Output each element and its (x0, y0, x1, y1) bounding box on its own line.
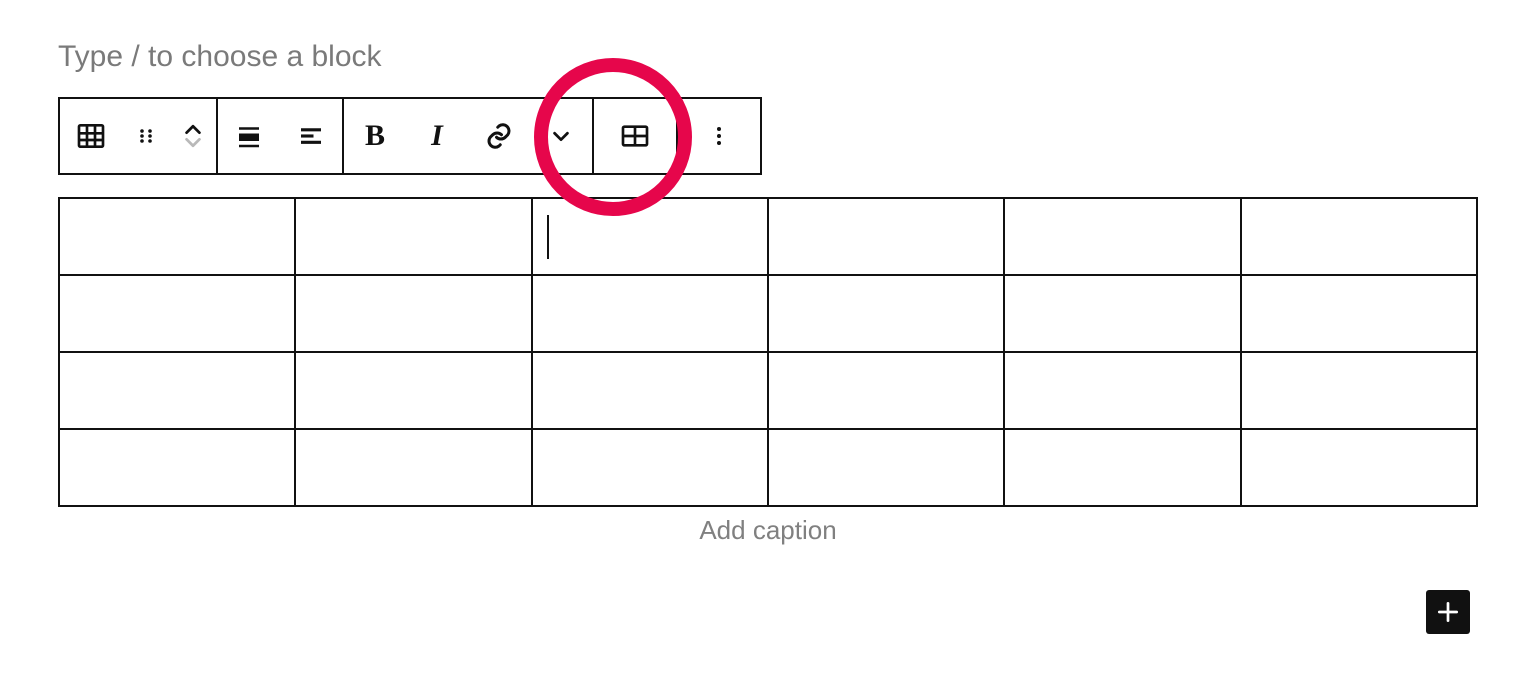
table-cell[interactable] (295, 198, 531, 275)
align-block-icon (234, 121, 264, 151)
table-block: Add caption (58, 197, 1478, 546)
table-row (59, 429, 1477, 506)
text-cursor (547, 215, 549, 259)
table-cell[interactable] (295, 429, 531, 506)
chevron-up-icon (182, 122, 204, 136)
more-format-button[interactable] (530, 99, 592, 173)
table-icon (75, 120, 107, 152)
table-row (59, 275, 1477, 352)
table-cell[interactable] (295, 275, 531, 352)
block-align-button[interactable] (218, 99, 280, 173)
drag-handle-icon (134, 124, 158, 148)
table-row (59, 352, 1477, 429)
table-cell[interactable] (532, 429, 768, 506)
link-button[interactable] (468, 99, 530, 173)
more-vertical-icon (707, 122, 731, 150)
table-cell[interactable] (532, 198, 768, 275)
plus-icon (1435, 599, 1461, 625)
bold-button[interactable]: B (344, 99, 406, 173)
table-cell[interactable] (295, 352, 531, 429)
link-icon (484, 121, 514, 151)
toolbar-group-block (60, 99, 218, 173)
table-cell[interactable] (768, 352, 1004, 429)
align-left-icon (296, 121, 326, 151)
toolbar-group-table-edit (594, 99, 678, 173)
toolbar-group-more (678, 99, 760, 173)
table-cell[interactable] (59, 275, 295, 352)
table-cell[interactable] (1241, 198, 1477, 275)
table[interactable] (58, 197, 1478, 507)
add-block-button[interactable] (1426, 590, 1470, 634)
chevron-down-icon (182, 136, 204, 150)
table-cell[interactable] (59, 198, 295, 275)
block-toolbar: B I (58, 97, 762, 175)
table-cell[interactable] (532, 352, 768, 429)
table-edit-icon (619, 120, 651, 152)
table-cell[interactable] (768, 429, 1004, 506)
more-options-button[interactable] (678, 99, 760, 173)
table-cell[interactable] (768, 198, 1004, 275)
drag-handle-button[interactable] (122, 99, 170, 173)
edit-table-button[interactable] (594, 99, 676, 173)
table-cell[interactable] (1241, 275, 1477, 352)
table-cell[interactable] (532, 275, 768, 352)
table-cell[interactable] (1004, 429, 1240, 506)
table-cell[interactable] (1004, 275, 1240, 352)
table-cell[interactable] (768, 275, 1004, 352)
table-cell[interactable] (59, 352, 295, 429)
table-cell[interactable] (1241, 429, 1477, 506)
table-cell[interactable] (1241, 352, 1477, 429)
table-cell[interactable] (1004, 198, 1240, 275)
toolbar-group-format: B I (344, 99, 594, 173)
block-type-button[interactable] (60, 99, 122, 173)
move-down-button[interactable] (182, 136, 204, 173)
table-cell[interactable] (1004, 352, 1240, 429)
italic-icon: I (431, 119, 443, 153)
table-row (59, 198, 1477, 275)
table-cell[interactable] (59, 429, 295, 506)
bold-icon: B (365, 119, 385, 153)
italic-button[interactable]: I (406, 99, 468, 173)
move-up-button[interactable] (182, 99, 204, 136)
toolbar-group-align (218, 99, 344, 173)
block-prompt[interactable]: Type / to choose a block (58, 40, 382, 74)
block-movers (170, 99, 216, 173)
text-align-button[interactable] (280, 99, 342, 173)
table-caption[interactable]: Add caption (58, 515, 1478, 546)
chevron-down-icon (550, 125, 572, 147)
